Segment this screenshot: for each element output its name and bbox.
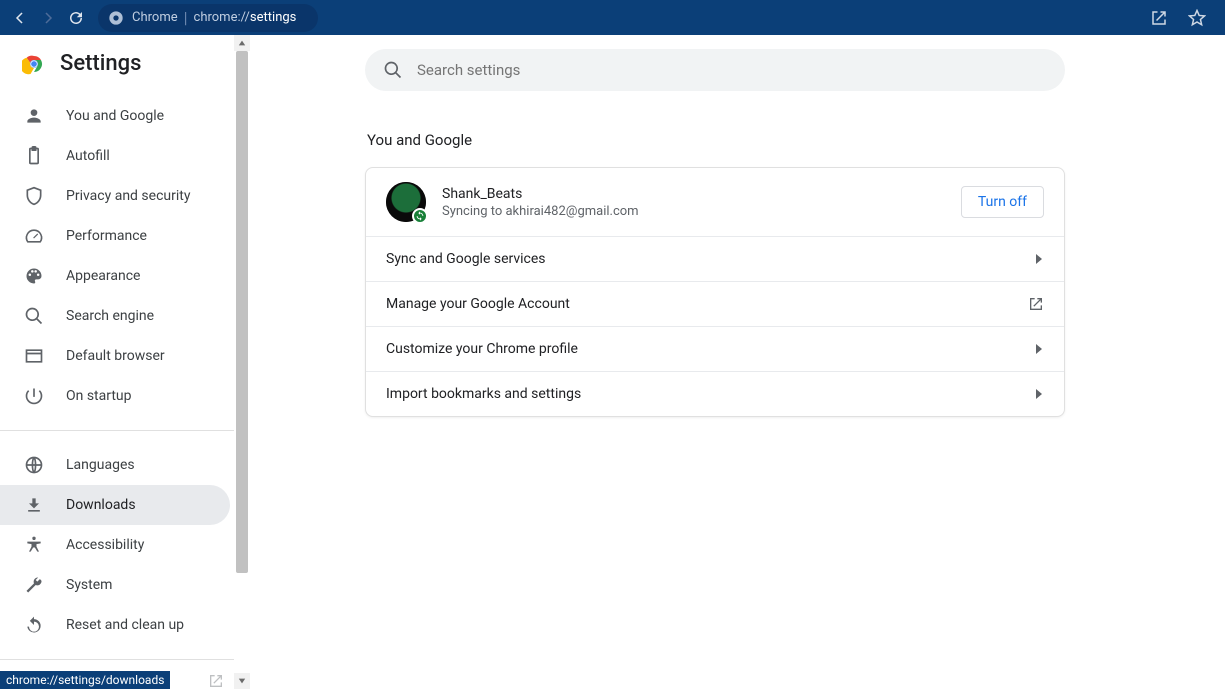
- open-external-icon: [1028, 296, 1044, 312]
- sidebar-item-label: Search engine: [66, 308, 154, 324]
- section-title: You and Google: [367, 131, 1065, 149]
- settings-search[interactable]: [365, 49, 1065, 91]
- row-label: Manage your Google Account: [386, 296, 1028, 312]
- browser-toolbar: Chrome | chrome://settings: [0, 0, 1225, 35]
- sidebar-item-search-engine[interactable]: Search engine: [0, 296, 230, 336]
- forward-button[interactable]: [34, 4, 62, 32]
- accessibility-icon: [24, 535, 44, 555]
- clipboard-icon: [24, 146, 44, 166]
- sidebar-scrollbar[interactable]: [234, 35, 250, 689]
- sidebar-item-reset[interactable]: Reset and clean up: [0, 605, 230, 645]
- page-title: Settings: [60, 51, 141, 76]
- sidebar-divider: [0, 659, 250, 660]
- sidebar-item-label: Autofill: [66, 148, 110, 164]
- settings-search-input[interactable]: [417, 61, 1047, 79]
- sidebar-item-privacy[interactable]: Privacy and security: [0, 176, 230, 216]
- sidebar-item-label: Downloads: [66, 497, 136, 513]
- avatar: [386, 182, 426, 222]
- sidebar-item-appearance[interactable]: Appearance: [0, 256, 230, 296]
- row-label: Sync and Google services: [386, 251, 1034, 267]
- sidebar-item-autofill[interactable]: Autofill: [0, 136, 230, 176]
- sidebar-item-system[interactable]: System: [0, 565, 230, 605]
- chevron-right-icon: [1034, 254, 1044, 264]
- main-panel: You and Google Shank_Beats Syncing to ak…: [250, 35, 1225, 689]
- chevron-right-icon: [1034, 389, 1044, 399]
- download-icon: [24, 495, 44, 515]
- row-label: Import bookmarks and settings: [386, 386, 1034, 402]
- search-icon: [383, 60, 403, 80]
- restore-icon: [24, 615, 44, 635]
- window-icon: [24, 346, 44, 366]
- url-separator: |: [184, 8, 188, 27]
- palette-icon: [24, 266, 44, 286]
- sidebar-item-label: You and Google: [66, 108, 164, 124]
- row-sync-services[interactable]: Sync and Google services: [366, 236, 1064, 281]
- sidebar-item-languages[interactable]: Languages: [0, 445, 230, 485]
- open-external-icon: [208, 674, 224, 688]
- row-label: Customize your Chrome profile: [386, 341, 1034, 357]
- sidebar-item-label: Appearance: [66, 268, 140, 284]
- profile-row: Shank_Beats Syncing to akhirai482@gmail.…: [366, 168, 1064, 236]
- sidebar-item-label: Languages: [66, 457, 135, 473]
- address-bar[interactable]: Chrome | chrome://settings: [98, 4, 318, 32]
- row-import-bookmarks[interactable]: Import bookmarks and settings: [366, 371, 1064, 416]
- chrome-logo-icon: [22, 52, 46, 76]
- url-prefix: chrome://: [194, 10, 250, 25]
- settings-sidebar: Settings You and Google Autofill Privacy…: [0, 35, 250, 689]
- profile-sync-status: Syncing to akhirai482@gmail.com: [442, 204, 945, 219]
- sidebar-item-label: On startup: [66, 388, 132, 404]
- sidebar-divider: [0, 430, 250, 431]
- sidebar-item-label: System: [66, 577, 112, 593]
- sidebar-item-you-and-google[interactable]: You and Google: [0, 96, 230, 136]
- sidebar-item-on-startup[interactable]: On startup: [0, 376, 230, 416]
- scrollbar-down-button[interactable]: [234, 673, 250, 689]
- turn-off-sync-button[interactable]: Turn off: [961, 186, 1044, 218]
- wrench-icon: [24, 575, 44, 595]
- sidebar-item-label: Default browser: [66, 348, 165, 364]
- chrome-icon: [108, 10, 124, 26]
- globe-icon: [24, 455, 44, 475]
- sidebar-item-accessibility[interactable]: Accessibility: [0, 525, 230, 565]
- settings-header: Settings: [0, 35, 250, 92]
- url-app-label: Chrome: [132, 10, 178, 25]
- url-page: settings: [250, 10, 296, 25]
- sidebar-item-performance[interactable]: Performance: [0, 216, 230, 256]
- sync-badge-icon: [412, 208, 428, 224]
- person-icon: [24, 106, 44, 126]
- sidebar-item-label: Privacy and security: [66, 188, 190, 204]
- status-bar: chrome://settings/downloads: [0, 671, 170, 689]
- sidebar-item-label: Performance: [66, 228, 147, 244]
- sidebar-item-label: Accessibility: [66, 537, 144, 553]
- chevron-right-icon: [1034, 344, 1044, 354]
- bookmark-star-button[interactable]: [1183, 4, 1211, 32]
- reload-button[interactable]: [62, 4, 90, 32]
- back-button[interactable]: [6, 4, 34, 32]
- scrollbar-track[interactable]: [234, 51, 250, 673]
- scrollbar-thumb[interactable]: [236, 51, 248, 573]
- row-manage-account[interactable]: Manage your Google Account: [366, 281, 1064, 326]
- speedometer-icon: [24, 226, 44, 246]
- power-icon: [24, 386, 44, 406]
- sidebar-item-downloads[interactable]: Downloads: [0, 485, 230, 525]
- profile-name: Shank_Beats: [442, 186, 945, 202]
- scrollbar-up-button[interactable]: [234, 35, 250, 51]
- row-customize-profile[interactable]: Customize your Chrome profile: [366, 326, 1064, 371]
- share-button[interactable]: [1145, 4, 1173, 32]
- you-and-google-card: Shank_Beats Syncing to akhirai482@gmail.…: [365, 167, 1065, 417]
- sidebar-item-label: Reset and clean up: [66, 617, 184, 633]
- sidebar-item-default-browser[interactable]: Default browser: [0, 336, 230, 376]
- search-icon: [24, 306, 44, 326]
- shield-icon: [24, 186, 44, 206]
